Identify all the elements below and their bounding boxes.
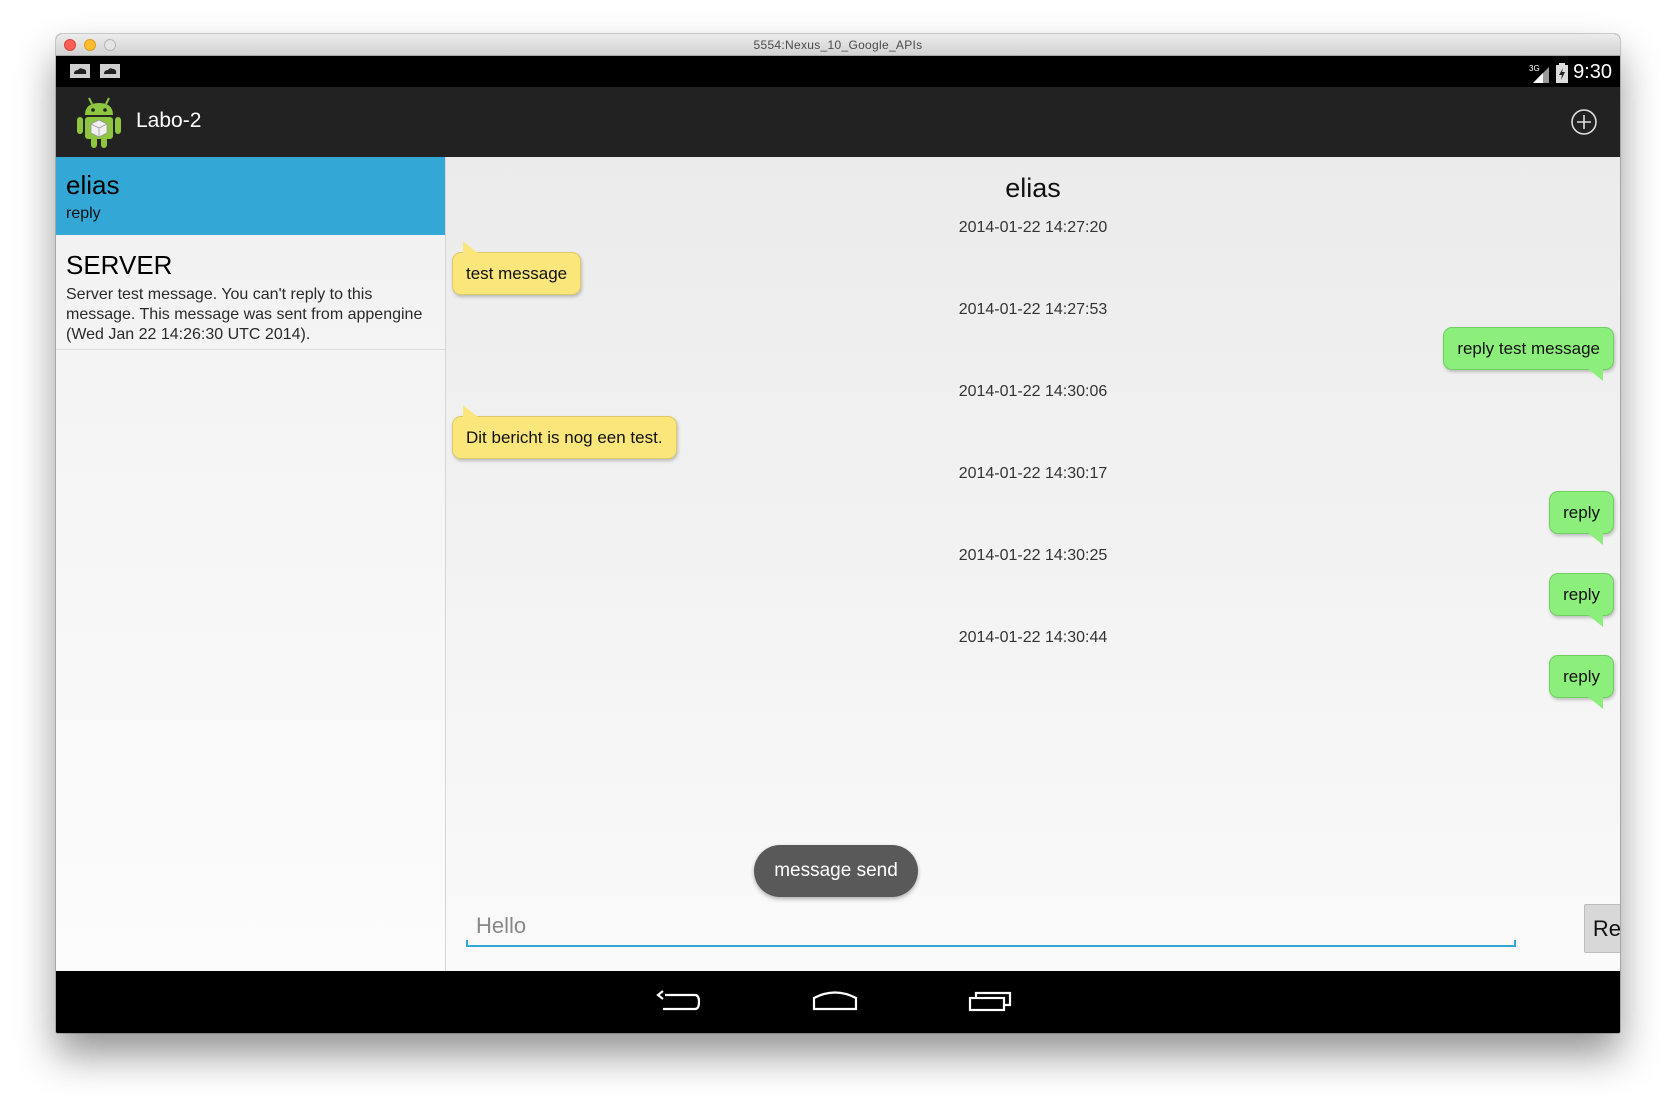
input-underline-tick [1514,940,1516,947]
content-area: elias reply SERVER Server test message. … [56,157,1620,971]
recent-apps-icon[interactable] [966,985,1016,1019]
android-screen: 3G 9:30 Labo-2 elias reply SERVER Server… [56,56,1620,1033]
status-time: 9:30 [1573,61,1612,83]
emulator-window: 5554:Nexus_10_Google_APIs 3G 9:30 Labo-2… [56,34,1620,1033]
message-timestamp: 2014-01-22 14:30:17 [958,465,1108,482]
add-circle-icon[interactable] [1570,108,1598,136]
window-title: 5554:Nexus_10_Google_APIs [753,38,923,52]
conversation-name: elias [66,170,120,200]
cloud-notification-icon [100,64,120,78]
toast-message: message send [754,845,918,897]
conversation-item-elias[interactable]: elias reply [56,157,445,235]
conversation-name: SERVER [66,250,173,280]
message-timestamp: 2014-01-22 14:27:53 [958,301,1108,318]
outgoing-message-bubble: reply [1549,491,1614,545]
battery-icon [1556,62,1569,83]
incoming-message-bubble: test message [452,241,582,295]
reply-input[interactable] [466,907,1516,947]
input-underline-tick [466,940,468,947]
message-timestamp: 2014-01-22 14:30:25 [958,547,1108,564]
back-icon[interactable] [653,985,703,1019]
action-bar: Labo-2 [56,87,1620,157]
window-titlebar[interactable]: 5554:Nexus_10_Google_APIs [56,34,1620,56]
navigation-bar [56,971,1620,1033]
conversation-list: elias reply SERVER Server test message. … [56,157,446,971]
message-timestamp: 2014-01-22 14:30:44 [958,629,1108,646]
home-icon[interactable] [810,985,860,1019]
chat-panel: elias 2014-01-22 14:27:20 test message 2… [446,157,1620,971]
outgoing-message-bubble: reply test message [1443,327,1614,381]
app-title: Labo-2 [136,109,202,132]
reply-button[interactable]: Reply [1584,904,1620,953]
conversation-preview: Server test message. You can't reply to … [66,286,423,343]
android-robot-icon[interactable] [76,95,122,149]
outgoing-message-bubble: reply [1549,655,1614,709]
chat-contact-name: elias [1005,173,1061,203]
outgoing-message-bubble: reply [1549,573,1614,627]
cloud-notification-icon [70,64,90,78]
message-timestamp: 2014-01-22 14:27:20 [958,219,1108,236]
message-timestamp: 2014-01-22 14:30:06 [958,383,1108,400]
signal-3g-icon: 3G [1529,64,1550,83]
conversation-preview: reply [66,205,101,222]
status-bar: 3G 9:30 [56,56,1620,87]
network-type-label: 3G [1529,64,1540,73]
conversation-item-server[interactable]: SERVER Server test message. You can't re… [56,235,445,350]
incoming-message-bubble: Dit bericht is nog een test. [452,405,677,459]
